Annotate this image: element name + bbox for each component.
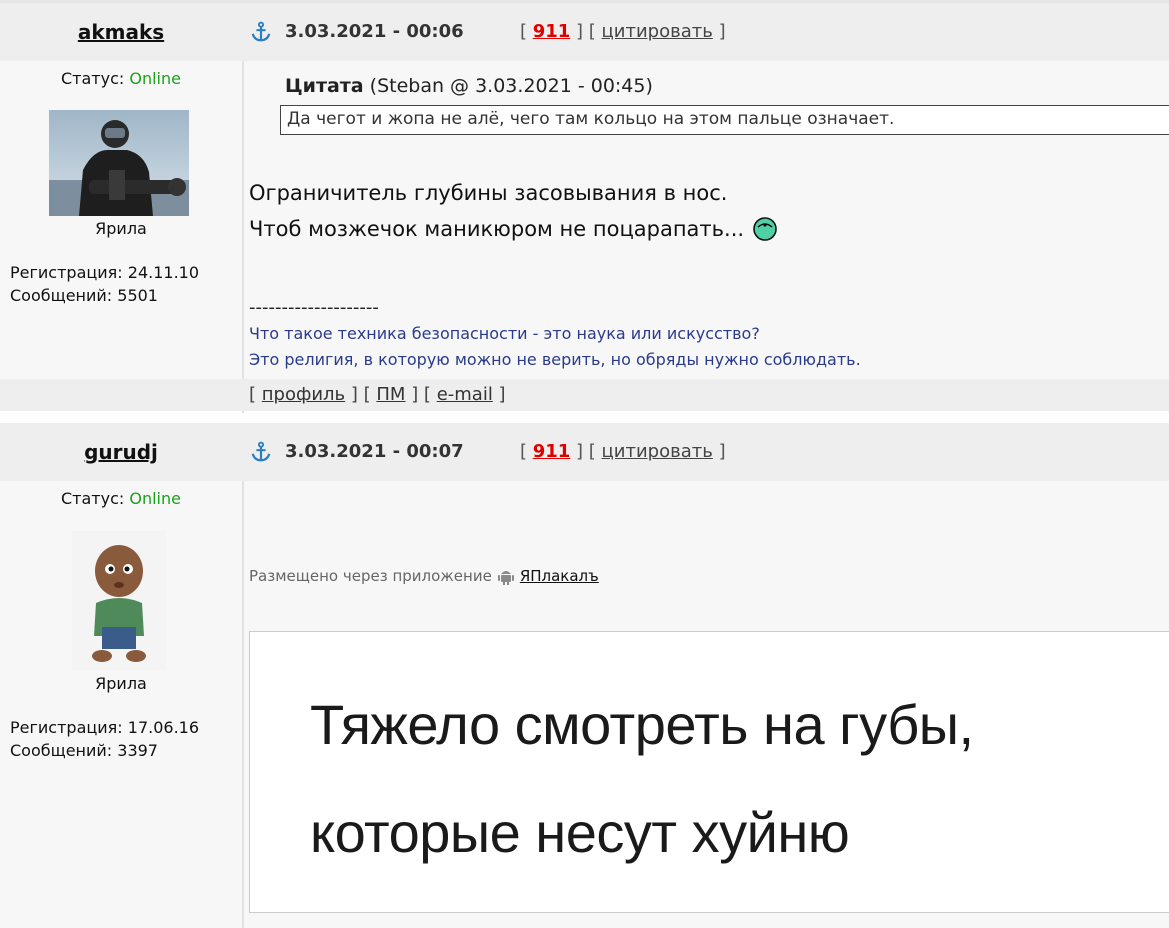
android-icon [497,571,514,585]
registration-date: Регистрация: 17.06.16 [10,718,200,737]
user-rank: Ярила [95,219,147,238]
email-link[interactable]: e-mail [437,384,493,405]
rank-number-link[interactable]: 911 [533,21,571,42]
message-count: Сообщений: 5501 [10,286,158,305]
signature-line: Это религия, в которую можно не верить, … [249,350,861,369]
quote-meta: (Steban @ 3.03.2021 - 00:45) [369,75,653,97]
status-line: Статус: Online [0,69,242,88]
quote-button[interactable]: цитировать [602,21,713,42]
post-separator [0,413,1169,423]
status-label: Статус: [61,69,125,88]
post-header: gurudj 3.03.2021 - 00:07 [ 911 ] [ цитир… [0,423,1169,481]
meme-line: которые несут хуйню [310,801,850,864]
user-stats: Регистрация: 17.06.16 Сообщений: 3397 [10,716,199,762]
post-footer: [ профиль ] [ ПМ ] [ e-mail ] [0,379,1169,411]
post-date: 3.03.2021 - 00:06 [285,21,464,42]
quote-header: Цитата (Steban @ 3.03.2021 - 00:45) [285,75,653,97]
quote-title: Цитата [285,75,364,97]
author-cell: akmaks [0,3,242,61]
author-name-link[interactable]: gurudj [84,440,158,464]
message-count: Сообщений: 3397 [10,741,158,760]
app-note: Размещено через приложение ЯПлакалъ [249,567,599,585]
smiley-icon [753,217,777,241]
app-link[interactable]: ЯПлакалъ [520,567,599,585]
post-header-links: [ 911 ] [ цитировать ] [520,21,726,42]
author-name-link[interactable]: akmaks [78,20,164,44]
user-stats: Регистрация: 24.11.10 Сообщений: 5501 [10,261,199,307]
signature-divider: -------------------- [249,297,379,318]
post-body-line: Ограничитель глубины засовывания в нос. [249,181,728,205]
pm-link[interactable]: ПМ [376,384,405,405]
post-gurudj: gurudj 3.03.2021 - 00:07 [ 911 ] [ цитир… [0,423,1169,928]
app-note-text: Размещено через приложение [249,567,492,585]
rank-number-link[interactable]: 911 [533,441,571,462]
profile-link[interactable]: профиль [262,384,345,405]
anchor-icon [251,441,271,462]
author-sidebar: Статус: Online Ярила Регистрация: 24.11.… [0,61,242,379]
post-date: 3.03.2021 - 00:07 [285,441,464,462]
status-label: Статус: [61,489,125,508]
post-header-links: [ 911 ] [ цитировать ] [520,441,726,462]
user-rank: Ярила [95,674,147,693]
avatar [72,531,166,670]
anchor-icon [251,21,271,42]
signature-line: Что такое техника безопасности - это нау… [249,324,760,343]
signature: Что такое техника безопасности - это нау… [249,321,861,373]
post-akmaks: akmaks 3.03.2021 - 00:06 [ 911 ] [ цитир… [0,3,1169,413]
post-body-line-with-smiley: Чтоб мозжечок маникюром не поцарапать... [249,211,778,247]
quote-box: Да чегот и жопа не алё, чего там кольцо … [280,105,1169,135]
post-body: Ограничитель глубины засовывания в нос. … [249,175,778,247]
author-sidebar: Статус: Online Ярила Регистрация: 17.06.… [0,481,242,928]
status-online: Online [129,69,181,88]
avatar [49,110,189,216]
registration-date: Регистрация: 24.11.10 [10,263,200,282]
status-line: Статус: Online [0,489,242,508]
post-body-line: Чтоб мозжечок маникюром не поцарапать... [249,217,745,241]
author-cell: gurudj [0,423,242,481]
footer-links: [ профиль ] [ ПМ ] [ e-mail ] [249,384,506,405]
meme-line: Тяжело смотреть на губы, [310,693,974,756]
meme-image: Тяжело смотреть на губы, которые несут х… [249,631,1169,913]
quote-button[interactable]: цитировать [602,441,713,462]
status-online: Online [129,489,181,508]
post-header: akmaks 3.03.2021 - 00:06 [ 911 ] [ цитир… [0,3,1169,61]
